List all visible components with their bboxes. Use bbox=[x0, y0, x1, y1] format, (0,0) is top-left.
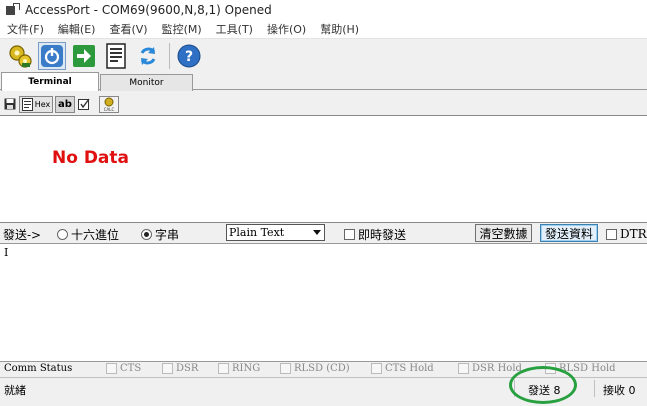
menu-tools[interactable]: 工具(T) bbox=[209, 21, 260, 37]
dtr-toggle[interactable]: DTR bbox=[606, 227, 647, 241]
chevron-down-icon bbox=[313, 230, 321, 235]
refresh-button[interactable] bbox=[134, 42, 162, 70]
receive-area[interactable]: No Data bbox=[0, 115, 647, 223]
menu-file[interactable]: 文件(F) bbox=[0, 21, 51, 37]
calculator-icon: CALC bbox=[104, 97, 115, 112]
svg-text:?: ? bbox=[185, 49, 193, 65]
signal-dsr-hold: DSR Hold bbox=[458, 363, 522, 374]
menu-help[interactable]: 幫助(H) bbox=[313, 21, 366, 37]
edit-toggle-button[interactable] bbox=[77, 96, 91, 113]
text-view-button[interactable]: ab bbox=[55, 95, 75, 113]
terminal-toolbar: Hex ab CALC bbox=[0, 93, 647, 115]
menu-monitor[interactable]: 監控(M) bbox=[155, 21, 209, 37]
signal-dsr-label: DSR bbox=[176, 363, 199, 374]
help-icon: ? bbox=[177, 44, 201, 67]
help-button[interactable]: ? bbox=[175, 42, 203, 70]
power-icon bbox=[41, 44, 63, 67]
radio-hex-circle[interactable] bbox=[57, 229, 68, 240]
signal-dsr-checkbox bbox=[162, 363, 173, 374]
signal-cts-checkbox bbox=[106, 363, 117, 374]
radio-char[interactable]: 字串 bbox=[141, 226, 179, 243]
signal-cts-hold: CTS Hold bbox=[371, 363, 434, 374]
signal-dsr: DSR bbox=[162, 363, 198, 374]
signal-ring-label: RING bbox=[232, 363, 261, 374]
signal-cts-hold-checkbox bbox=[371, 363, 382, 374]
send-file-button[interactable] bbox=[70, 42, 98, 70]
signal-rlsd-hold-checkbox bbox=[545, 363, 556, 374]
serial-gear-button[interactable] bbox=[6, 42, 34, 70]
status-sent-count: 發送 8 bbox=[528, 384, 561, 397]
edit-check-icon bbox=[78, 98, 90, 110]
status-ready: 就緒 bbox=[4, 384, 26, 397]
menu-operation[interactable]: 操作(O) bbox=[260, 21, 313, 37]
view-tabs: Terminal Monitor bbox=[0, 72, 647, 91]
no-data-text: No Data bbox=[52, 148, 130, 168]
signal-rlsd-hold: RLSD Hold bbox=[545, 363, 616, 374]
status-received-count: 接收 0 bbox=[603, 384, 636, 397]
signal-rlsd-label: RLSD (CD) bbox=[294, 363, 350, 374]
save-button[interactable] bbox=[3, 96, 17, 113]
open-port-button[interactable] bbox=[38, 41, 66, 70]
ab-label: ab bbox=[58, 98, 72, 110]
status-bar: 就緒 發送 8 接收 0 bbox=[0, 377, 647, 399]
radio-char-circle[interactable] bbox=[141, 229, 152, 240]
document-button[interactable] bbox=[102, 42, 130, 70]
floppy-icon bbox=[4, 98, 16, 110]
send-label: 發送-> bbox=[3, 228, 42, 242]
menu-bar: 文件(F) 編輯(E) 查看(V) 監控(M) 工具(T) 操作(O) 幫助(H… bbox=[0, 20, 647, 39]
send-data-button[interactable]: 發送資料 bbox=[540, 224, 598, 242]
signal-ring-checkbox bbox=[218, 363, 229, 374]
format-select-value: Plain Text bbox=[229, 226, 285, 239]
dtr-checkbox[interactable] bbox=[606, 228, 617, 240]
radio-hex[interactable]: 十六進位 bbox=[57, 226, 119, 243]
signal-cts-hold-label: CTS Hold bbox=[385, 363, 434, 374]
signal-ring: RING bbox=[218, 363, 260, 374]
menu-edit[interactable]: 編輯(E) bbox=[51, 21, 103, 37]
clear-data-button[interactable]: 清空數據 bbox=[475, 224, 532, 242]
realtime-label: 即時發送 bbox=[358, 228, 407, 242]
comm-status-label: Comm Status bbox=[4, 363, 73, 374]
signal-cts: CTS bbox=[106, 363, 141, 374]
tab-terminal[interactable]: Terminal bbox=[1, 72, 99, 91]
main-toolbar: ? bbox=[0, 39, 647, 72]
realtime-send[interactable]: 即時發送 bbox=[344, 226, 406, 243]
hex-view-button[interactable]: Hex bbox=[19, 95, 53, 113]
comm-status-row: Comm Status CTS DSR RING RLSD (CD) CTS H… bbox=[0, 362, 647, 377]
radio-char-label: 字串 bbox=[155, 228, 180, 242]
status-divider bbox=[514, 380, 515, 397]
arrow-right-icon bbox=[73, 44, 95, 67]
signal-rlsd-hold-label: RLSD Hold bbox=[559, 363, 616, 374]
hex-label: Hex bbox=[34, 99, 51, 109]
title-bar: AccessPort - COM69(9600,N,8,1) Opened bbox=[0, 0, 647, 20]
calc-label: CALC bbox=[104, 107, 115, 112]
hex-page-icon bbox=[21, 97, 33, 111]
window-title: AccessPort - COM69(9600,N,8,1) Opened bbox=[25, 3, 272, 17]
format-select[interactable]: Plain Text bbox=[226, 224, 325, 241]
tab-monitor[interactable]: Monitor bbox=[100, 74, 193, 91]
send-input-area[interactable]: I bbox=[0, 243, 647, 362]
dtr-label: DTR bbox=[620, 227, 647, 241]
app-icon bbox=[5, 3, 20, 17]
signal-cts-label: CTS bbox=[120, 363, 142, 374]
toolbar-separator bbox=[169, 42, 170, 69]
calculator-button[interactable]: CALC bbox=[99, 95, 119, 113]
send-text: I bbox=[4, 246, 9, 259]
signal-dsr-hold-checkbox bbox=[458, 363, 469, 374]
serial-gear-icon bbox=[9, 44, 32, 68]
radio-hex-label: 十六進位 bbox=[71, 228, 120, 242]
document-icon bbox=[106, 42, 126, 69]
status-divider bbox=[594, 380, 595, 397]
realtime-checkbox[interactable] bbox=[344, 229, 355, 240]
signal-rlsd: RLSD (CD) bbox=[280, 363, 350, 374]
signal-rlsd-checkbox bbox=[280, 363, 291, 374]
menu-view[interactable]: 查看(V) bbox=[102, 21, 154, 37]
refresh-icon bbox=[140, 46, 156, 65]
signal-dsr-hold-label: DSR Hold bbox=[472, 363, 522, 374]
